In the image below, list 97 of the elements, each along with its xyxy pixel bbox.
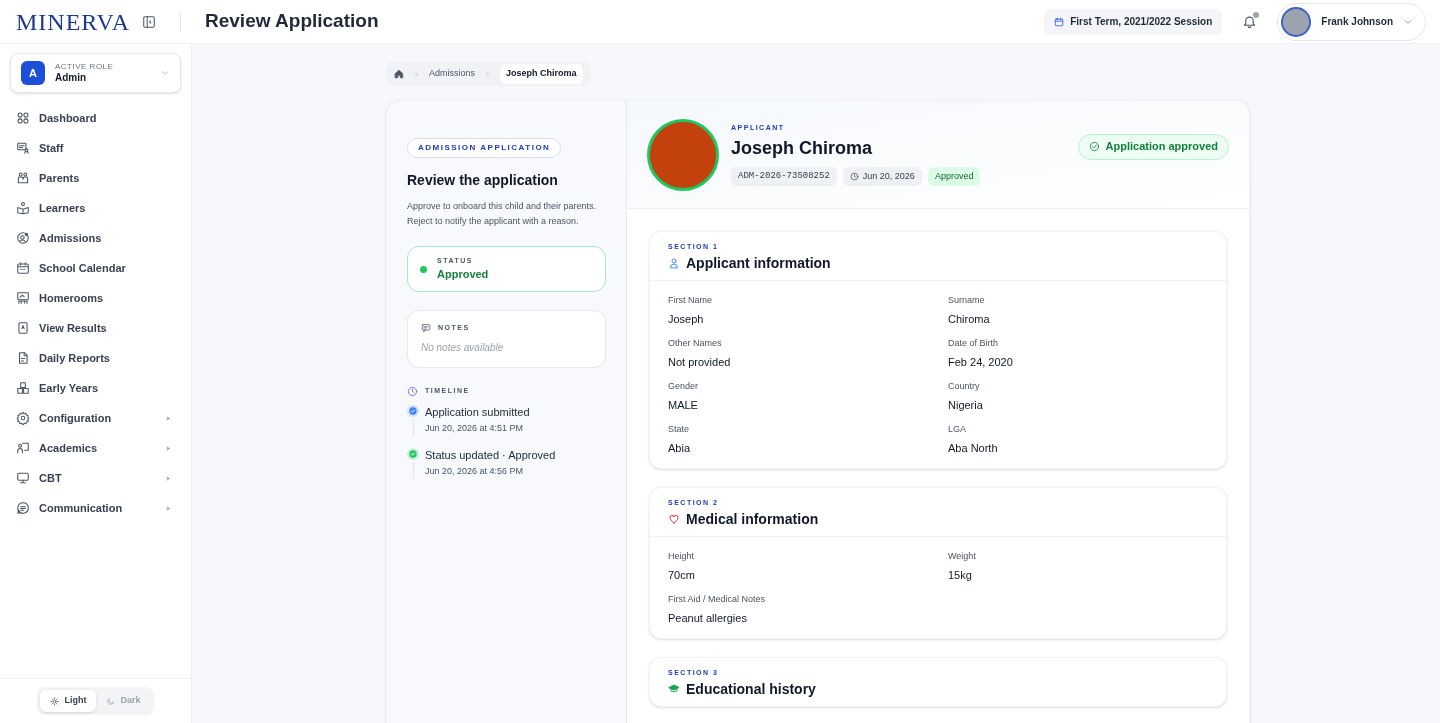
nav-item[interactable]: Communication <box>16 497 175 519</box>
nav-item[interactable]: Learners <box>16 197 175 219</box>
nav-icon <box>16 471 30 485</box>
avatar <box>1281 6 1312 37</box>
nav-item[interactable]: Daily Reports <box>16 347 175 369</box>
nav-item[interactable]: School Calendar <box>16 257 175 279</box>
check-circle-icon <box>1088 141 1100 152</box>
field-label: Gender <box>668 380 700 393</box>
field-label: LGA <box>948 423 967 436</box>
nav-icon <box>16 411 30 425</box>
notification-button[interactable] <box>1242 14 1258 29</box>
moon-icon <box>106 696 116 706</box>
review-description: Approve to onboard this child and their parents. Reject to notify the applicant with a reason. <box>407 200 598 228</box>
approval-banner: Application approved <box>1077 133 1229 160</box>
nav-icon <box>16 171 30 185</box>
field-value: Aba North <box>948 440 999 456</box>
chevron-right-icon <box>413 70 420 78</box>
nav-item[interactable]: Parents <box>16 167 175 189</box>
field-value: Peanut allergies <box>668 610 748 626</box>
person-icon <box>668 257 680 269</box>
heart-icon <box>668 513 680 525</box>
calendar-icon <box>1054 16 1065 27</box>
nav-item[interactable]: Early Years <box>16 377 175 399</box>
review-title: Review the application <box>407 171 559 190</box>
nav-item[interactable]: CBT <box>16 467 175 489</box>
section-title: Applicant information <box>686 254 831 272</box>
field-value: Nigeria <box>948 397 984 413</box>
nav-item[interactable]: Dashboard <box>16 107 175 129</box>
field-label: Date of Birth <box>948 337 1000 350</box>
bell-icon <box>1242 14 1258 29</box>
logo: MINERVA <box>16 9 131 34</box>
breadcrumb-link[interactable]: Joseph Chiroma <box>500 64 583 84</box>
nav-icon <box>16 231 30 245</box>
status-badge: Approved <box>927 166 981 186</box>
nav-icon <box>16 441 30 455</box>
nav-icon <box>16 111 30 125</box>
comment-icon <box>421 323 431 334</box>
field-label: Other Names <box>668 337 723 350</box>
status-value: Approved <box>437 267 489 282</box>
field-value: 70cm <box>668 567 696 583</box>
nav-item[interactable]: Configuration <box>16 407 175 429</box>
clock-icon <box>849 171 859 181</box>
home-link[interactable] <box>394 69 404 79</box>
home-icon <box>394 69 404 79</box>
field-label: First Aid / Medical Notes <box>668 593 767 606</box>
breadcrumb-link[interactable]: Admissions <box>429 67 475 81</box>
field-label: First Name <box>668 294 713 307</box>
timeline-event-title: Application submitted <box>425 405 530 419</box>
field-label: State <box>668 423 690 436</box>
application-tag: ADMISSION APPLICATION <box>407 138 562 158</box>
field-label: Height <box>668 550 695 563</box>
nav-icon <box>16 291 30 305</box>
graduation-cap-icon <box>668 683 680 695</box>
field-value: Abia <box>668 440 692 456</box>
nav-icon <box>16 201 30 215</box>
nav-icon <box>16 381 30 395</box>
session-selector[interactable]: First Term, 2021/2022 Session <box>1044 8 1223 35</box>
clock-icon <box>407 386 418 397</box>
user-menu[interactable]: Frank Johnson <box>1277 2 1426 41</box>
field-label: Weight <box>948 550 977 563</box>
theme-option[interactable]: Light <box>40 690 97 712</box>
application-id: ADM-2026-73508252 <box>731 166 837 186</box>
nav-item[interactable]: View Results <box>16 317 175 339</box>
notes-text: No notes available <box>421 340 505 355</box>
nav-icon <box>16 261 30 275</box>
nav-item[interactable]: Homerooms <box>16 287 175 309</box>
nav-icon <box>16 501 30 515</box>
nav-icon <box>16 321 30 335</box>
role-avatar: A <box>21 61 45 85</box>
timeline-event-title: Status updated · Approved <box>425 447 556 462</box>
field-value: MALE <box>668 397 699 413</box>
role-value: Admin <box>55 71 88 85</box>
application-date: Jun 20, 2026 <box>842 166 922 186</box>
section-title: Educational history <box>686 680 816 698</box>
chevron-down-icon <box>160 68 170 78</box>
field-value: Chiroma <box>948 311 991 327</box>
field-label: Country <box>948 380 981 393</box>
role-selector[interactable]: A ACTIVE ROLE Admin <box>10 53 181 93</box>
nav-item[interactable]: Admissions <box>16 227 175 249</box>
nav-icon <box>16 141 30 155</box>
field-value: Not provided <box>668 354 732 370</box>
nav-item[interactable]: Academics <box>16 437 175 459</box>
nav-icon <box>16 351 30 365</box>
page-title: Review Application <box>205 9 379 34</box>
nav-item[interactable]: Staff <box>16 137 175 159</box>
field-value: Joseph <box>668 311 705 327</box>
sidebar-toggle-icon <box>142 14 156 29</box>
applicant-name: Joseph Chiroma <box>731 136 874 160</box>
sun-icon <box>50 696 60 706</box>
role-label: ACTIVE ROLE <box>55 61 115 72</box>
timeline-event-time: Jun 20, 2026 at 4:51 PM <box>425 422 525 435</box>
field-value: Feb 24, 2020 <box>948 354 1014 370</box>
chevron-right-icon <box>484 70 491 78</box>
field-value: 15kg <box>948 567 973 583</box>
timeline-event-time: Jun 20, 2026 at 4:56 PM <box>425 464 525 478</box>
section-title: Medical information <box>686 510 819 528</box>
field-label: Surname <box>948 294 986 307</box>
